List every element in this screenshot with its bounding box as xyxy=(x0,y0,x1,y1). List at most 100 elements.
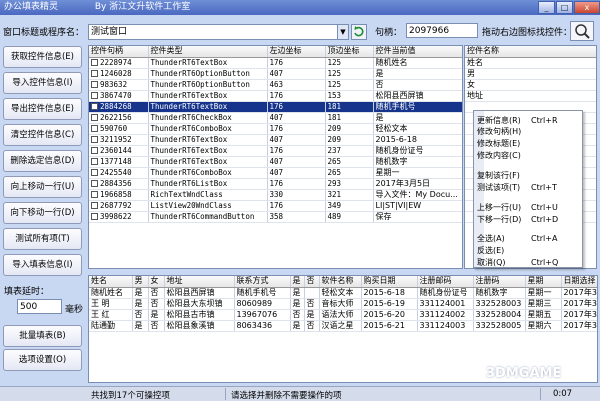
import-control-info-button[interactable]: 导入控件信息(I) xyxy=(3,72,82,94)
data-col-header[interactable]: 联系方式 xyxy=(234,276,291,288)
control-table[interactable]: 控件句柄 控件类型 左边坐标 顶边坐标 控件当前值 2228974 Thunder… xyxy=(88,45,463,269)
name-row[interactable]: 地址 xyxy=(465,90,596,102)
menu-edit-handle[interactable]: 修改句柄(H) xyxy=(474,126,582,137)
get-control-info-button[interactable]: 获取控件信息(E) xyxy=(3,46,82,68)
col-name[interactable]: 控件名称 xyxy=(465,46,596,58)
data-col-header[interactable]: 女 xyxy=(148,276,165,288)
data-cell: 是 xyxy=(148,309,165,321)
data-col-header[interactable]: 软件名称 xyxy=(319,276,362,288)
title-bar: 办公填表精灵 By 浙江文升软件工作室 _ □ x xyxy=(0,0,600,15)
row-checkbox[interactable] xyxy=(91,80,98,88)
cell-type: ThunderRT6TextBox xyxy=(148,145,268,157)
row-checkbox[interactable] xyxy=(91,91,98,99)
row-checkbox[interactable] xyxy=(91,135,98,143)
export-control-info-button[interactable]: 导出控件信息(E) xyxy=(3,98,82,120)
data-cell: 随机手机号 xyxy=(234,287,291,299)
data-col-header[interactable]: 男 xyxy=(132,276,149,288)
data-col-header[interactable]: 否 xyxy=(304,276,320,288)
move-down-button[interactable]: 向下移动一行(D) xyxy=(3,202,82,224)
handle-input[interactable]: 2097966 xyxy=(406,23,478,38)
window-title-combo[interactable]: 测试窗口 ▼ xyxy=(88,24,349,40)
col-type[interactable]: 控件类型 xyxy=(148,46,268,58)
cell-top: 125 xyxy=(325,68,374,80)
control-row[interactable]: 2687792 ListView20WndClass 176 349 LI|ST|VI|… xyxy=(89,200,462,212)
col-value[interactable]: 控件当前值 xyxy=(373,46,462,58)
menu-test-item[interactable]: 测试该项(T) Ctrl+T xyxy=(474,182,582,193)
row-checkbox[interactable] xyxy=(91,168,98,176)
data-row[interactable]: 随机姓名是否松阳县西屏镇 随机手机号是轻松文本 2015-6-18 随机身份证号 随机数… xyxy=(89,287,597,299)
row-checkbox[interactable] xyxy=(91,58,98,66)
name-row[interactable]: 男 xyxy=(465,68,596,80)
row-checkbox[interactable] xyxy=(91,102,98,110)
control-row[interactable]: 3867470 ThunderRT6TextBox 176 153 松阳县西屏镇 xyxy=(89,90,462,102)
control-row[interactable]: 590760 ThunderRT6ComboBox 176 209 轻松文本 xyxy=(89,123,462,135)
control-row[interactable]: 2228974 ThunderRT6TextBox 176 125 随机姓名 xyxy=(89,57,462,69)
control-row[interactable]: 2622156 ThunderRT6CheckBox 407 181 是 xyxy=(89,112,462,124)
batch-fill-button[interactable]: 批量填表(B) xyxy=(3,325,82,347)
cell-type: ThunderRT6ComboBox xyxy=(148,167,268,179)
data-col-header[interactable]: 注册码 xyxy=(473,276,526,288)
row-checkbox[interactable] xyxy=(91,190,98,198)
cell-value: 松阳县西屏镇 xyxy=(373,90,462,102)
data-col-header[interactable]: 星期 xyxy=(525,276,562,288)
data-col-header[interactable]: 姓名 xyxy=(89,276,133,288)
data-col-header[interactable]: 地址 xyxy=(164,276,235,288)
menu-invert-select[interactable]: 反选(E) xyxy=(474,245,582,256)
control-row[interactable]: 3998622 ThunderRT6CommandButton 358 489 保存 xyxy=(89,211,462,223)
data-cell: 是 xyxy=(290,320,305,332)
minimize-button[interactable]: _ xyxy=(538,1,555,14)
menu-cancel[interactable]: 取消(Q) Ctrl+Q xyxy=(474,257,582,268)
row-checkbox[interactable] xyxy=(91,201,98,209)
menu-copy-row[interactable]: 复制该行(F) xyxy=(474,170,582,181)
control-row[interactable]: 2425540 ThunderRT6ComboBox 407 265 星期一 xyxy=(89,167,462,179)
menu-move-up[interactable]: 上移一行(U) Ctrl+U xyxy=(474,202,582,213)
import-form-info-button[interactable]: 导入填表信息(I) xyxy=(3,254,82,276)
close-button[interactable]: x xyxy=(574,1,600,14)
row-checkbox[interactable] xyxy=(91,113,98,121)
menu-move-down[interactable]: 下移一行(D) Ctrl+D xyxy=(474,214,582,225)
row-checkbox[interactable] xyxy=(91,69,98,77)
row-checkbox[interactable] xyxy=(91,124,98,132)
data-col-header[interactable]: 日期选择 xyxy=(561,276,597,288)
col-handle[interactable]: 控件句柄 xyxy=(89,46,149,58)
row-checkbox[interactable] xyxy=(91,212,98,220)
control-row[interactable]: 1966858 RichTextWndClass 330 321 导入文件：My Doc… xyxy=(89,189,462,201)
data-col-header[interactable]: 注册邮码 xyxy=(417,276,474,288)
control-row[interactable]: 2884356 ThunderRT6ListBox 176 293 2017年3月5日 xyxy=(89,178,462,190)
control-row[interactable]: 983632 ThunderRT6OptionButton 463 125 否 xyxy=(89,79,462,91)
cell-value: 2015-6-18 xyxy=(373,134,462,146)
data-col-header[interactable]: 是 xyxy=(290,276,305,288)
name-row[interactable]: 姓名 xyxy=(465,57,596,69)
menu-edit-title[interactable]: 修改标题(E) xyxy=(474,138,582,149)
clear-control-info-button[interactable]: 清空控件信息(C) xyxy=(3,124,82,146)
test-all-button[interactable]: 测试所有项(T) xyxy=(3,228,82,250)
data-row[interactable]: 陆通勤是否松阳县象溪镇 8063436 是否汉语之星 2015-6-21 3311240… xyxy=(89,320,597,332)
menu-select-all[interactable]: 全选(A) Ctrl+A xyxy=(474,233,582,244)
move-up-button[interactable]: 向上移动一行(U) xyxy=(3,176,82,198)
data-col-header[interactable]: 购买日期 xyxy=(361,276,418,288)
chevron-down-icon[interactable]: ▼ xyxy=(337,25,348,39)
col-top[interactable]: 顶边坐标 xyxy=(325,46,374,58)
name-row[interactable]: 女 xyxy=(465,79,596,91)
data-row[interactable]: 王 红否是松阳县古市镇 13967076 否是语法大师 2015-6-20 331124… xyxy=(89,309,597,321)
control-row[interactable]: 2884268 ThunderRT6TextBox 176 181 随机手机号 xyxy=(89,101,462,113)
control-row[interactable]: 2360144 ThunderRT6TextBox 176 237 随机身份证号 xyxy=(89,145,462,157)
row-checkbox[interactable] xyxy=(91,157,98,165)
maximize-button[interactable]: □ xyxy=(556,1,573,14)
delete-selected-button[interactable]: 删除选定信息(D) xyxy=(3,150,82,172)
menu-update-info[interactable]: 更新信息(R) Ctrl+R xyxy=(474,115,582,126)
control-row[interactable]: 1246028 ThunderRT6OptionButton 407 125 是 xyxy=(89,68,462,80)
control-row[interactable]: 3211952 ThunderRT6TextBox 407 209 2015-6-18 xyxy=(89,134,462,146)
data-row[interactable]: 王 明是否松阳县大东坝镇 8060989 是否音标大师 2015-6-19 331124… xyxy=(89,298,597,310)
refresh-icon[interactable] xyxy=(351,24,367,40)
delay-input[interactable]: 500 xyxy=(17,299,62,314)
menu-edit-content[interactable]: 修改内容(C) xyxy=(474,150,582,161)
handle-text: 2228974 xyxy=(100,57,132,67)
control-row[interactable]: 1377148 ThunderRT6TextBox 407 265 随机数字 xyxy=(89,156,462,168)
options-button[interactable]: 选项设置(O) xyxy=(3,349,82,371)
cell-top: 265 xyxy=(325,156,374,168)
finder-target-icon[interactable] xyxy=(570,21,594,41)
col-left[interactable]: 左边坐标 xyxy=(267,46,326,58)
row-checkbox[interactable] xyxy=(91,146,98,154)
row-checkbox[interactable] xyxy=(91,179,98,187)
